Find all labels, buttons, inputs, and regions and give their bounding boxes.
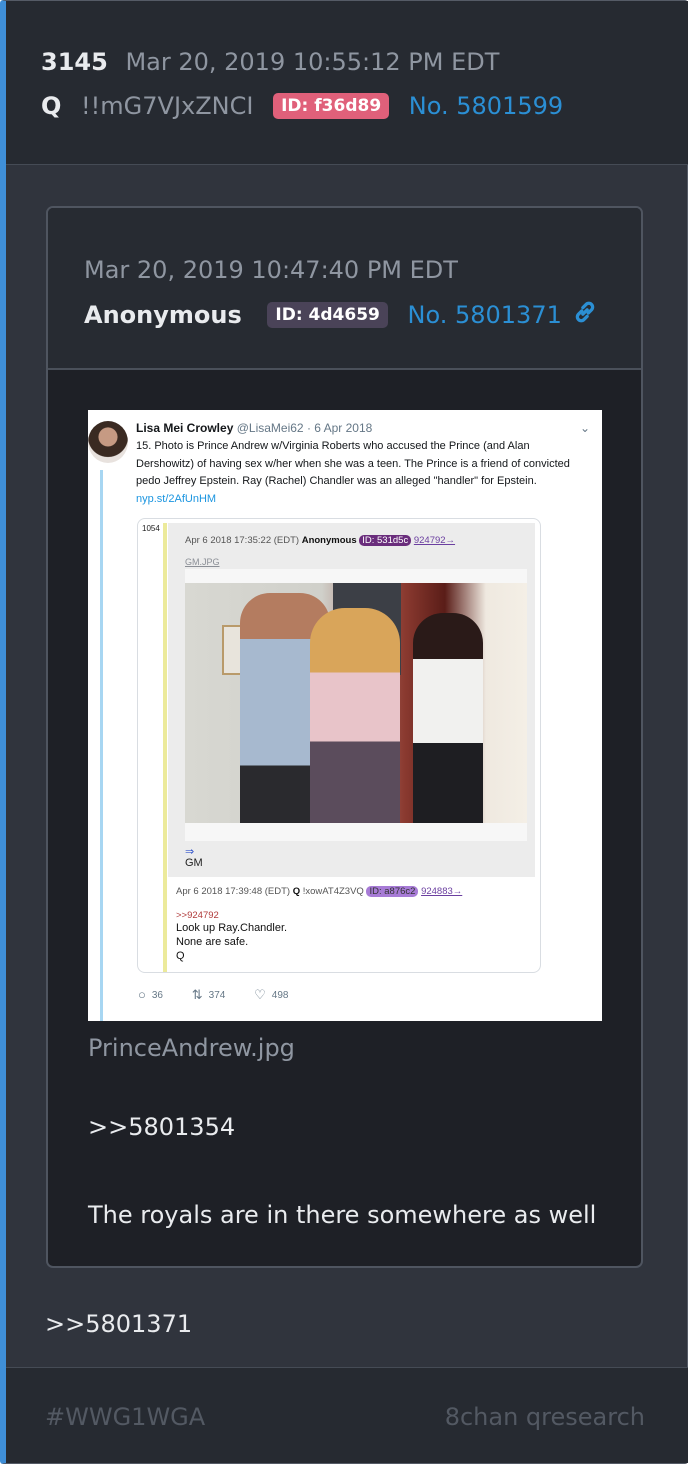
tweet-embedded-image: 1054 Apr 6 2018 17:35:22 (EDT) Anonymous… [137, 518, 541, 973]
tweet-body: 15. Photo is Prince Andrew w/Virginia Ro… [136, 440, 570, 487]
embed-caption: GM [185, 857, 203, 869]
q-post-card: 3145 Mar 20, 2019 10:55:12 PM EDT Q !!mG… [0, 0, 688, 1464]
quoted-post-reply-ref[interactable]: >>5801354 [88, 1113, 235, 1141]
embed-reply-line: Look up Ray.Chandler. [176, 922, 288, 934]
reply-count: 36 [151, 990, 163, 1001]
embed-reply-line: Q [176, 950, 185, 962]
photo-person-center [310, 608, 400, 823]
embed-post-id: ID: 531d5c [359, 535, 412, 546]
quoted-post-header: Mar 20, 2019 10:47:40 PM EDT Anonymous I… [48, 208, 641, 370]
post-number: 3145 [41, 48, 108, 76]
tweet-actions: ○ 36 ⇅ 374 ♡ 498 [138, 987, 314, 1003]
post-date: Mar 20, 2019 10:55:12 PM EDT [125, 48, 500, 76]
quoted-post-text: The royals are in there somewhere as wel… [88, 1201, 597, 1229]
post-reply-ref[interactable]: >>5801371 [45, 1310, 192, 1338]
tweet-header: Lisa Mei Crowley @LisaMei62 · 6 Apr 2018 [136, 421, 372, 435]
embed-accent-bar [163, 523, 167, 972]
quoted-post-id-badge: ID: 4d4659 [267, 302, 388, 328]
embed-post-link: 924792→ [413, 535, 456, 546]
post-footer: #WWG1WGA 8chan qresearch [6, 1367, 688, 1463]
embed-post-meta: Apr 6 2018 17:35:22 (EDT) Anonymous ID: … [185, 535, 455, 546]
attachment-filename[interactable]: PrinceAndrew.jpg [88, 1034, 295, 1062]
quoted-post: Mar 20, 2019 10:47:40 PM EDT Anonymous I… [46, 206, 643, 1268]
embed-reply-trip: !xowAT4Z3VQ [302, 886, 364, 897]
tweet-author-name: Lisa Mei Crowley [136, 421, 234, 435]
quoted-post-link[interactable]: No. 5801371 [408, 301, 562, 329]
embed-reply-author: Q [292, 886, 301, 897]
hashtag: #WWG1WGA [45, 1403, 206, 1431]
photo-person-right [413, 613, 483, 823]
link-icon[interactable] [572, 299, 598, 325]
post-tripcode: !!mG7VJxZNCI [81, 92, 254, 120]
embed-post-author: Anonymous [301, 535, 357, 546]
tweet-screenshot[interactable]: Lisa Mei Crowley @LisaMei62 · 6 Apr 2018… [88, 410, 602, 1021]
post-author: Q [41, 92, 62, 120]
embed-post: Apr 6 2018 17:35:22 (EDT) Anonymous ID: … [168, 523, 535, 877]
like-count: 498 [271, 990, 289, 1001]
embed-post-count: 1054 [142, 524, 160, 533]
chevron-down-icon: ⌄ [579, 421, 590, 435]
tweet-link: nyp.st/2AfUnHM [136, 492, 217, 505]
post-header-line-2: Q !!mG7VJxZNCI ID: f36d89 No. 5801599 [41, 92, 563, 120]
quoted-post-date: Mar 20, 2019 10:47:40 PM EDT [84, 256, 458, 284]
post-header-line-1: 3145 Mar 20, 2019 10:55:12 PM EDT [41, 48, 499, 76]
embed-post-date: Apr 6 2018 17:35:22 (EDT) [185, 535, 300, 546]
tweet-date: · 6 Apr 2018 [306, 421, 373, 435]
quoted-post-author: Anonymous [84, 301, 242, 329]
embed-reply-meta: Apr 6 2018 17:39:48 (EDT) Q !xowAT4Z3VQ … [176, 886, 462, 897]
embed-reply-id: ID: a876c2 [366, 886, 419, 897]
tweet-text: 15. Photo is Prince Andrew w/Virginia Ro… [136, 438, 588, 508]
retweet-count: 374 [208, 990, 226, 1001]
post-id-badge: ID: f36d89 [273, 93, 390, 119]
post-link[interactable]: No. 5801599 [409, 92, 563, 120]
embed-photo-frame [185, 569, 527, 841]
tweet-avatar [88, 421, 128, 463]
tweet-handle: @LisaMei62 [236, 421, 304, 435]
embed-file-name: GM.JPG [185, 557, 220, 567]
heart-icon: ♡ [254, 987, 266, 1002]
embed-reply-line: None are safe. [176, 936, 249, 948]
source-label: 8chan qresearch [444, 1403, 645, 1431]
tweet-thread-line [100, 470, 103, 1021]
reply-icon: ○ [138, 987, 146, 1002]
embed-photo [185, 583, 527, 823]
embed-reply-link: 924883→ [421, 886, 463, 897]
retweet-icon: ⇅ [191, 987, 203, 1002]
embed-reply-date: Apr 6 2018 17:39:48 (EDT) [176, 886, 291, 897]
embed-reply-body: Look up Ray.Chandler. None are safe. Q [176, 921, 287, 963]
embed-reply-quote: >>924792 [176, 910, 219, 921]
post-header: 3145 Mar 20, 2019 10:55:12 PM EDT Q !!mG… [6, 1, 688, 165]
